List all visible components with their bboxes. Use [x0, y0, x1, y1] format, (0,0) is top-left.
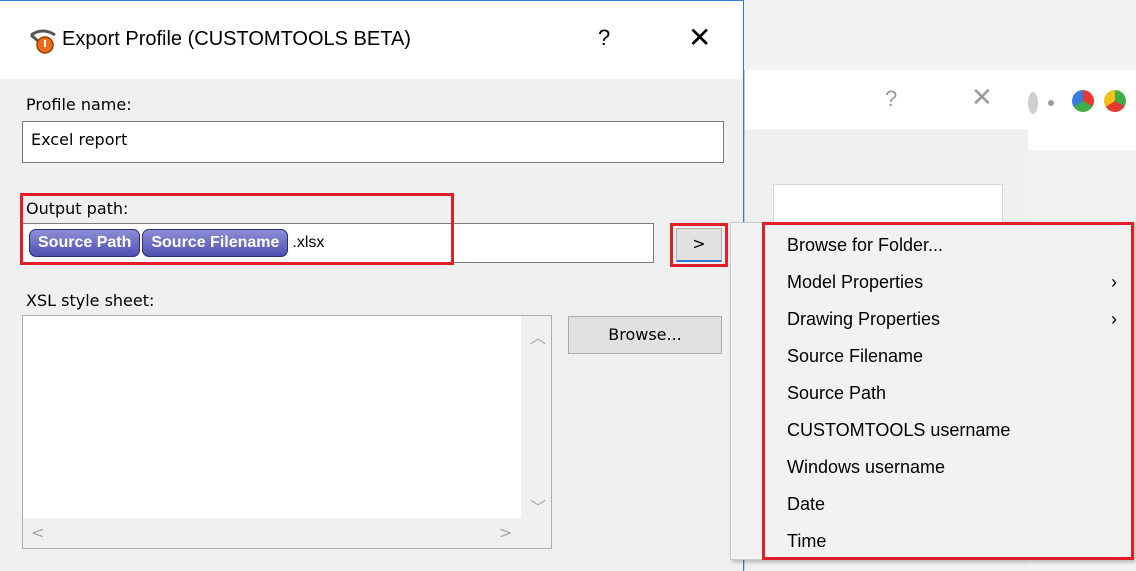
- scroll-left-icon[interactable]: <: [31, 523, 44, 542]
- output-path-highlight: [20, 193, 454, 265]
- horizontal-scrollbar[interactable]: < >: [23, 518, 551, 548]
- toolbar-appearance-icon[interactable]: [1072, 90, 1094, 112]
- profile-name-input[interactable]: Excel report: [22, 121, 724, 163]
- menu-highlight: [762, 222, 1134, 560]
- xsl-style-sheet-label: XSL style sheet:: [26, 291, 155, 310]
- customtools-logo-icon: [30, 29, 56, 54]
- scroll-up-icon[interactable]: ︿: [530, 324, 546, 348]
- vertical-scrollbar[interactable]: ︿ ﹀: [521, 316, 551, 518]
- background-field: [773, 184, 1003, 226]
- help-button[interactable]: ?: [598, 25, 610, 51]
- scroll-right-icon[interactable]: >: [499, 523, 512, 542]
- background-close-button[interactable]: ✕: [971, 82, 993, 113]
- background-help-button[interactable]: ?: [885, 86, 897, 112]
- close-button[interactable]: ✕: [688, 21, 711, 54]
- profile-name-label: Profile name:: [26, 95, 132, 114]
- toolbar-scene-icon[interactable]: [1104, 90, 1126, 112]
- dialog-title: Export Profile (CUSTOMTOOLS BETA): [62, 28, 411, 50]
- browse-button[interactable]: Browse...: [568, 316, 722, 354]
- toolbar-dropdown-icon[interactable]: [1048, 100, 1054, 106]
- scroll-down-icon[interactable]: ﹀: [530, 494, 546, 518]
- export-profile-dialog: Export Profile (CUSTOMTOOLS BETA) ? ✕ Pr…: [0, 0, 744, 571]
- insert-button-highlight: [670, 223, 728, 267]
- background-toolbar: [1028, 70, 1136, 150]
- dialog-titlebar: Export Profile (CUSTOMTOOLS BETA) ? ✕: [0, 1, 743, 79]
- toolbar-eye-icon[interactable]: [1028, 92, 1038, 114]
- background-titlebar: ? ✕: [745, 70, 1029, 131]
- xsl-style-sheet-textarea[interactable]: ︿ ﹀ < >: [22, 315, 552, 549]
